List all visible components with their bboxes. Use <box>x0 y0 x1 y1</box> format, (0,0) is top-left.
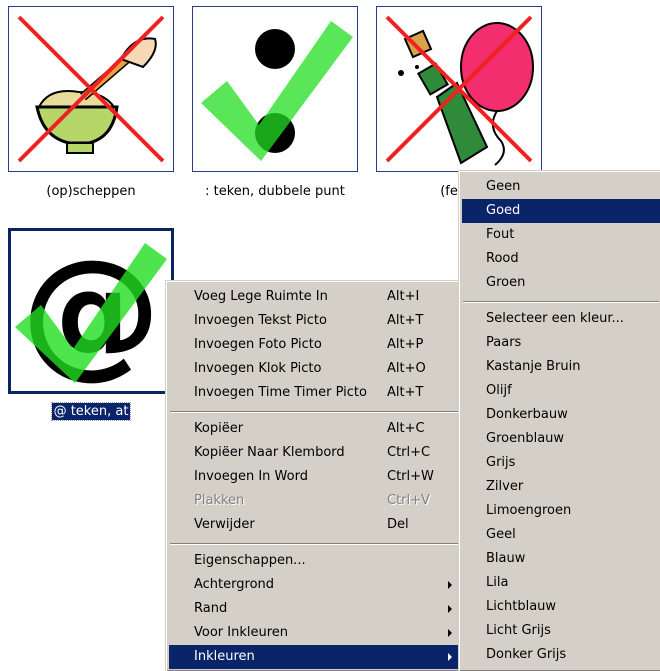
submenu-item-zilver[interactable]: Zilver <box>462 475 660 499</box>
check-overlay-icon <box>201 21 353 161</box>
color-submenu: Geen Goed Fout Rood Groen Selecteer een … <box>458 170 660 671</box>
submenu-arrow-icon <box>448 629 452 637</box>
menu-separator <box>170 411 461 413</box>
menu-separator <box>170 543 461 545</box>
submenu-item-lichtblauw[interactable]: Lichtblauw <box>462 595 660 619</box>
submenu-item-donker-grijs[interactable]: Donker Grijs <box>462 643 660 667</box>
menu-item-kopieer[interactable]: Kopiëer Alt+C <box>169 417 462 441</box>
check-overlay-icon <box>15 243 167 383</box>
submenu-item-kastanje-bruin[interactable]: Kastanje Bruin <box>462 355 660 379</box>
submenu-item-rood[interactable]: Rood <box>462 247 660 271</box>
picto-tile-feest[interactable] <box>376 6 542 172</box>
context-menu: Voeg Lege Ruimte In Alt+I Invoegen Tekst… <box>165 280 465 671</box>
submenu-item-paars[interactable]: Paars <box>462 331 660 355</box>
menu-item-voeg-lege-ruimte[interactable]: Voeg Lege Ruimte In Alt+I <box>169 285 462 309</box>
menu-item-inkleuren[interactable]: Inkleuren <box>169 645 462 669</box>
submenu-item-fout[interactable]: Fout <box>462 223 660 247</box>
menu-item-kopieer-naar-klembord[interactable]: Kopiëer Naar Klembord Ctrl+C <box>169 441 462 465</box>
submenu-item-olijf[interactable]: Olijf <box>462 379 660 403</box>
submenu-arrow-icon <box>448 605 452 613</box>
submenu-item-lila[interactable]: Lila <box>462 571 660 595</box>
menu-item-achtergrond[interactable]: Achtergrond <box>169 573 462 597</box>
submenu-item-selecteer-kleur[interactable]: Selecteer een kleur... <box>462 307 660 331</box>
menu-item-rand[interactable]: Rand <box>169 597 462 621</box>
submenu-item-geen[interactable]: Geen <box>462 175 660 199</box>
submenu-arrow-icon <box>448 653 452 661</box>
menu-item-invoegen-foto-picto[interactable]: Invoegen Foto Picto Alt+P <box>169 333 462 357</box>
menu-item-verwijder[interactable]: Verwijder Del <box>169 513 462 537</box>
menu-item-invoegen-klok-picto[interactable]: Invoegen Klok Picto Alt+O <box>169 357 462 381</box>
submenu-arrow-icon <box>448 581 452 589</box>
menu-item-eigenschappen[interactable]: Eigenschappen... <box>169 549 462 573</box>
submenu-item-grijs[interactable]: Grijs <box>462 451 660 475</box>
picto-caption: : teken, dubbele punt <box>205 184 345 199</box>
submenu-item-groen[interactable]: Groen <box>462 271 660 295</box>
picto-caption-selected: @ teken, at <box>50 402 132 421</box>
submenu-item-blauw[interactable]: Blauw <box>462 547 660 571</box>
submenu-item-limoengroen[interactable]: Limoengroen <box>462 499 660 523</box>
menu-item-voor-inkleuren[interactable]: Voor Inkleuren <box>169 621 462 645</box>
submenu-item-geel[interactable]: Geel <box>462 523 660 547</box>
picto-tile-dubbele-punt[interactable] <box>192 6 358 172</box>
submenu-item-donkerbauw[interactable]: Donkerbauw <box>462 403 660 427</box>
menu-item-plakken-disabled: Plakken Ctrl+V <box>194 493 430 508</box>
submenu-item-groenblauw[interactable]: Groenblauw <box>462 427 660 451</box>
cross-overlay-icon <box>385 15 533 163</box>
submenu-separator <box>463 301 659 303</box>
submenu-item-goed[interactable]: Goed <box>462 199 660 223</box>
submenu-item-licht-grijs[interactable]: Licht Grijs <box>462 619 660 643</box>
picto-tile-at-selected[interactable]: @ <box>8 228 174 394</box>
menu-item-invoegen-tekst-picto[interactable]: Invoegen Tekst Picto Alt+T <box>169 309 462 333</box>
menu-item-invoegen-in-word[interactable]: Invoegen In Word Ctrl+W <box>169 465 462 489</box>
menu-item-invoegen-time-timer-picto[interactable]: Invoegen Time Timer Picto Alt+T <box>169 381 462 405</box>
picto-caption: (op)scheppen <box>46 184 136 199</box>
picto-tile-scheppen[interactable] <box>8 6 174 172</box>
cross-overlay-icon <box>17 15 165 163</box>
